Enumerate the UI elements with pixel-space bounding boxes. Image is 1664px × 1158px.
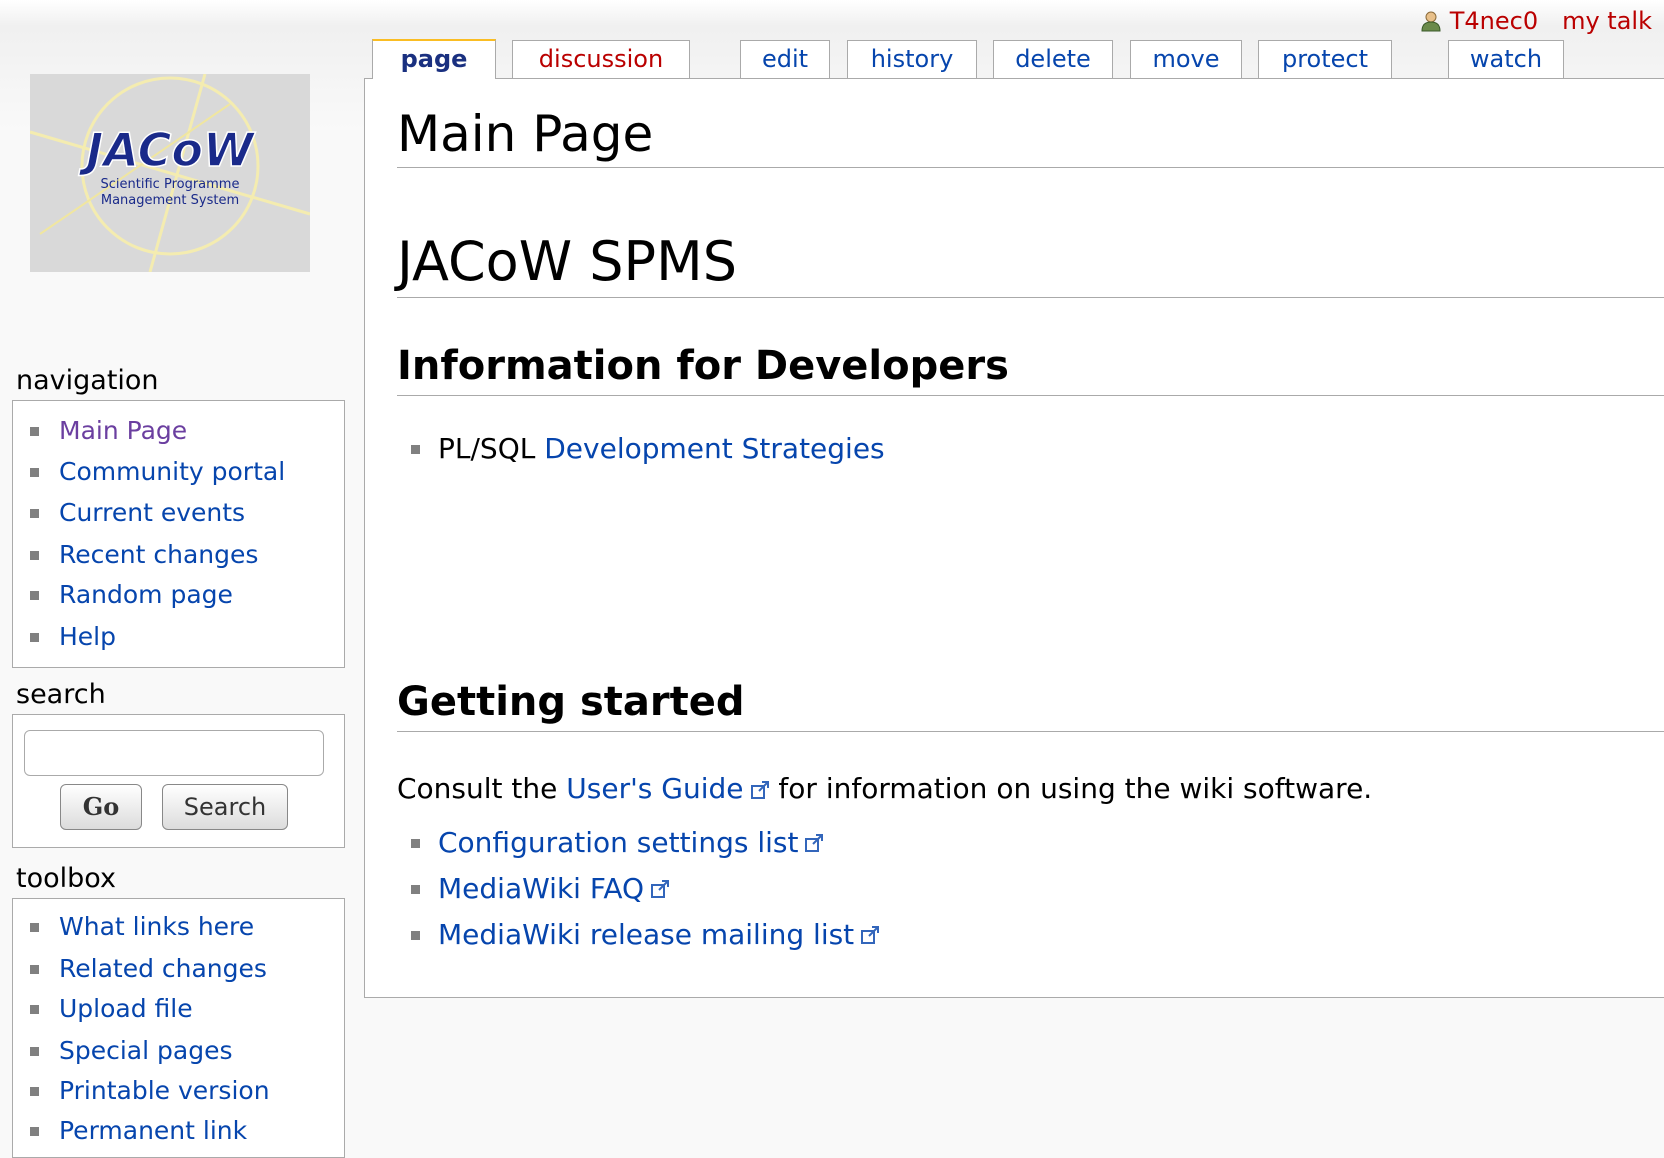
sidebar-item-label[interactable]: Community portal: [59, 455, 285, 489]
tab-page[interactable]: page: [372, 39, 496, 79]
configuration-settings-link[interactable]: Configuration settings list: [438, 825, 798, 861]
tab-edit[interactable]: edit: [740, 40, 830, 78]
section-heading-developers: Information for Developers: [397, 341, 1664, 396]
tab-move-label[interactable]: move: [1152, 45, 1219, 73]
page-title: Main Page: [397, 103, 1664, 168]
tab-delete-label[interactable]: delete: [1015, 45, 1091, 73]
navigation-heading: navigation: [16, 365, 159, 396]
bullet-icon: [30, 964, 39, 974]
content-area: Main Page JACoW SPMS Information for Dev…: [364, 78, 1664, 998]
toolbox-item-printable-version[interactable]: Printable version: [30, 1074, 270, 1108]
toolbox-item-special-pages[interactable]: Special pages: [30, 1034, 233, 1068]
bullet-icon: [411, 884, 420, 894]
logo-line2: Management System: [101, 193, 239, 208]
bullet-icon: [411, 930, 420, 940]
toolbox-item-label[interactable]: Printable version: [59, 1074, 270, 1108]
tab-discussion[interactable]: discussion: [512, 40, 690, 78]
bullet-icon: [30, 1086, 39, 1096]
paragraph-text: for information on using the wiki softwa…: [778, 772, 1373, 805]
external-link-icon: [750, 781, 769, 799]
bullet-icon: [30, 467, 39, 477]
bullet-icon: [30, 426, 39, 436]
mediawiki-faq-link[interactable]: MediaWiki FAQ: [438, 871, 644, 907]
toolbox-item-upload-file[interactable]: Upload file: [30, 992, 193, 1026]
main-heading: JACoW SPMS: [397, 229, 1664, 298]
mediawiki-release-mailing-list-link[interactable]: MediaWiki release mailing list: [438, 917, 854, 953]
tab-protect-label[interactable]: protect: [1282, 45, 1368, 73]
paragraph-text: Consult the: [397, 772, 558, 805]
bullet-icon: [30, 1046, 39, 1056]
search-button[interactable]: Search: [162, 784, 288, 830]
bullet-icon: [30, 922, 39, 932]
bullet-icon: [30, 508, 39, 518]
bullet-icon: [30, 1004, 39, 1014]
list-item: PL/SQL Development Strategies: [411, 431, 885, 467]
list-item: Configuration settings list: [411, 825, 824, 861]
username[interactable]: T4nec0: [1450, 7, 1538, 35]
toolbox-item-what-links-here[interactable]: What links here: [30, 910, 254, 944]
search-heading: search: [16, 679, 106, 710]
go-button[interactable]: Go: [60, 784, 142, 830]
sidebar-item-help[interactable]: Help: [30, 620, 116, 654]
sidebar-item-label[interactable]: Main Page: [59, 414, 187, 448]
section-heading-getting-started: Getting started: [397, 677, 1664, 732]
logo-line1: Scientific Programme: [101, 177, 240, 192]
bullet-icon: [30, 550, 39, 560]
bullet-icon: [30, 590, 39, 600]
sidebar-item-main-page[interactable]: Main Page: [30, 414, 187, 448]
tab-delete[interactable]: delete: [993, 40, 1113, 78]
development-strategies-link[interactable]: Development Strategies: [544, 431, 884, 467]
list-item: MediaWiki FAQ: [411, 871, 670, 907]
external-link-icon: [651, 880, 670, 898]
tab-watch-label[interactable]: watch: [1470, 45, 1542, 73]
sidebar-item-recent-changes[interactable]: Recent changes: [30, 538, 258, 572]
getting-started-paragraph: Consult the User's Guide for information…: [397, 771, 1372, 807]
user-icon: [1421, 11, 1441, 32]
bullet-icon: [30, 1126, 39, 1136]
site-logo[interactable]: JACoW Scientific Programme Management Sy…: [29, 73, 311, 273]
sidebar-item-current-events[interactable]: Current events: [30, 496, 245, 530]
external-link-icon: [805, 834, 824, 852]
toolbox-item-label[interactable]: Special pages: [59, 1034, 233, 1068]
logo-graphic: JACoW Scientific Programme Management Sy…: [29, 73, 311, 273]
bullet-icon: [411, 838, 420, 848]
sidebar-item-label[interactable]: Current events: [59, 496, 245, 530]
search-input[interactable]: [24, 730, 324, 776]
sidebar-item-label[interactable]: Recent changes: [59, 538, 258, 572]
tab-edit-label[interactable]: edit: [762, 45, 808, 73]
toolbox-item-related-changes[interactable]: Related changes: [30, 952, 267, 986]
list-item: MediaWiki release mailing list: [411, 917, 880, 953]
toolbox-item-label[interactable]: Permanent link: [59, 1114, 247, 1148]
external-link-icon: [861, 926, 880, 944]
list-item-prefix: PL/SQL: [438, 432, 536, 465]
bullet-icon: [30, 632, 39, 642]
user-link[interactable]: T4nec0: [1420, 7, 1538, 35]
toolbox-item-label[interactable]: What links here: [59, 910, 254, 944]
users-guide-link[interactable]: User's Guide: [566, 772, 743, 805]
sidebar-item-random-page[interactable]: Random page: [30, 578, 233, 612]
my-talk-link[interactable]: my talk: [1562, 7, 1652, 35]
bullet-icon: [411, 444, 420, 454]
tab-protect[interactable]: protect: [1258, 40, 1392, 78]
personal-tools: T4nec0 my talk: [1420, 6, 1652, 36]
sidebar-item-label[interactable]: Help: [59, 620, 116, 654]
toolbox-heading: toolbox: [16, 863, 116, 894]
tab-watch[interactable]: watch: [1448, 40, 1564, 78]
tab-history-label[interactable]: history: [871, 45, 954, 73]
toolbox-item-permanent-link[interactable]: Permanent link: [30, 1114, 247, 1148]
toolbox-item-label[interactable]: Related changes: [59, 952, 267, 986]
toolbox-item-label[interactable]: Upload file: [59, 992, 193, 1026]
logo-text: JACoW: [78, 123, 256, 177]
sidebar-item-label[interactable]: Random page: [59, 578, 233, 612]
tab-history[interactable]: history: [847, 40, 977, 78]
tab-move[interactable]: move: [1130, 40, 1242, 78]
sidebar-item-community-portal[interactable]: Community portal: [30, 455, 285, 489]
tab-page-label[interactable]: page: [401, 45, 468, 73]
tab-discussion-label[interactable]: discussion: [539, 45, 663, 73]
